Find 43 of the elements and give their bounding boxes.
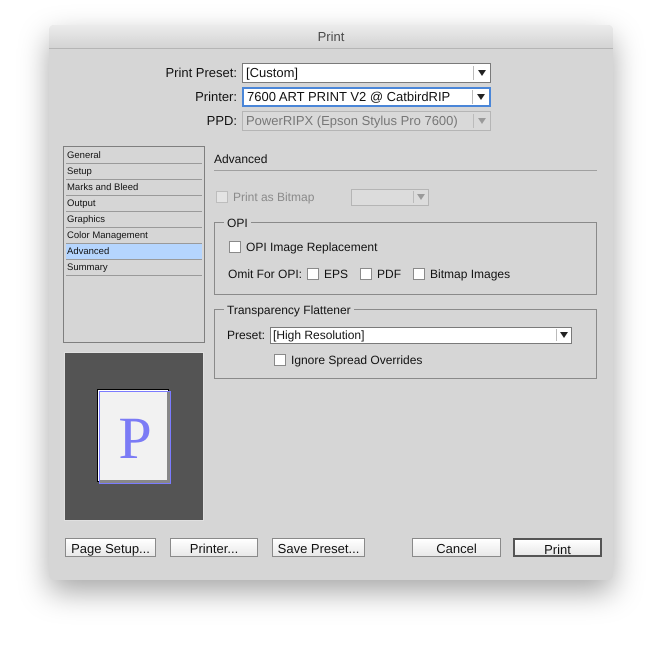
- dropdown-value: [High Resolution]: [273, 327, 366, 344]
- dropdown-value: [Custom]: [246, 64, 300, 82]
- category-item[interactable]: Advanced: [66, 244, 202, 260]
- category-item[interactable]: Output: [66, 196, 202, 212]
- category-item[interactable]: General: [66, 148, 202, 164]
- dropdown-value: PowerRIPX (Epson Stylus Pro 7600): [246, 112, 459, 130]
- dropdown-arrow-icon: [478, 118, 486, 124]
- dialog-button[interactable]: Print: [513, 538, 602, 557]
- category-item[interactable]: Graphics: [66, 212, 202, 228]
- checkbox-label: Print as Bitmap: [233, 189, 316, 206]
- checkbox-label: OPI Image Replacement: [246, 239, 378, 256]
- checkbox[interactable]: [413, 268, 426, 280]
- dialog-button[interactable]: Page Setup...: [65, 538, 156, 557]
- checkbox-label: PDF: [377, 266, 402, 283]
- dialog-button[interactable]: Save Preset...: [272, 538, 365, 557]
- checkbox-label: EPS: [324, 266, 348, 283]
- dialog-button[interactable]: Printer...: [170, 538, 258, 557]
- checkbox-label: Bitmap Images: [430, 266, 510, 283]
- dropdown-arrow-icon: [478, 70, 486, 76]
- dropdown[interactable]: [High Resolution]: [270, 326, 572, 344]
- dropdown[interactable]: [Custom]: [242, 63, 491, 83]
- dropdown-arrow-icon: [477, 94, 485, 100]
- checkbox[interactable]: [307, 268, 320, 280]
- section-heading: Advanced: [214, 151, 268, 168]
- checkbox[interactable]: [229, 241, 241, 253]
- checkbox-label: Ignore Spread Overrides: [291, 352, 422, 369]
- field-label: PPD:: [206, 112, 237, 130]
- field-label: Printer:: [194, 88, 237, 106]
- dropdown-arrow-icon: [560, 332, 568, 338]
- dropdown-value: 7600 ART PRINT V2 @ CatbirdRIP: [247, 88, 452, 106]
- category-item[interactable]: Marks and Bleed: [66, 180, 202, 196]
- field-label: Preset:: [227, 327, 266, 344]
- window-title: Print: [318, 28, 344, 46]
- dialog-button[interactable]: Cancel: [412, 538, 501, 557]
- category-item[interactable]: Summary: [66, 260, 202, 276]
- category-item[interactable]: Setup: [66, 164, 202, 180]
- field-label: Print Preset:: [164, 64, 237, 82]
- option-label: Omit For OPI:: [228, 266, 302, 283]
- page-letter: P: [118, 408, 152, 468]
- dropdown-arrow-icon: [417, 194, 425, 200]
- checkbox[interactable]: [360, 268, 372, 280]
- dropdown[interactable]: 7600 ART PRINT V2 @ CatbirdRIP: [242, 87, 491, 107]
- checkbox[interactable]: [274, 354, 286, 366]
